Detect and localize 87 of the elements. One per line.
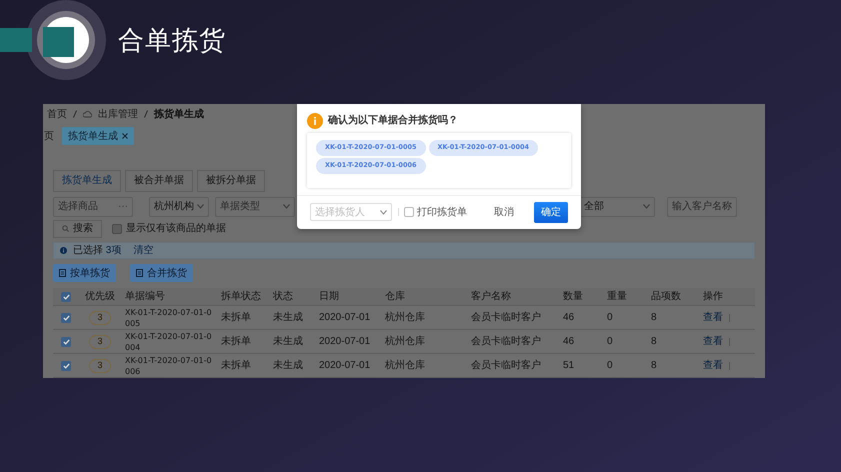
search-icon	[62, 225, 69, 232]
column-header: 单据编号	[124, 290, 166, 304]
checkbox[interactable]	[61, 292, 71, 302]
priority-badge: 3	[89, 358, 111, 372]
customer-field[interactable]: 输入客户名称	[667, 196, 737, 217]
table-cell-text: 会员卡临时客户	[470, 334, 542, 349]
doc-type-select[interactable]: 单据类型	[215, 196, 295, 217]
table-cell-text: 51	[562, 359, 576, 373]
action-button[interactable]: 合并拣货	[130, 264, 193, 282]
table-cell-text: 杭州仓库	[384, 334, 426, 349]
table-cell-text: 8	[650, 359, 658, 373]
table-cell-text: 未拆单	[220, 334, 252, 349]
document-icon	[59, 269, 66, 277]
table-cell-text: 未拆单	[220, 310, 252, 325]
table-cell-text: 会员卡临时客户	[470, 358, 542, 373]
checkbox-label: 打印拣货单	[417, 206, 467, 220]
table-cell-text: 8	[650, 335, 658, 349]
page-tab[interactable]: 拣货单生成	[62, 127, 134, 146]
column-header: 客户名称	[470, 290, 512, 304]
table-cell-text: 2020-07-01	[318, 359, 372, 373]
table-cell-text: 0	[606, 359, 614, 373]
table-cell-text: 会员卡临时客户	[470, 310, 542, 325]
column-header: 数量	[562, 290, 584, 304]
cloud-icon	[83, 110, 92, 118]
column-header: 优先级	[84, 290, 116, 304]
caret-icon	[283, 204, 290, 210]
priority-badge: 3	[89, 334, 111, 348]
slash-icon	[144, 110, 148, 118]
table-cell-text: 0	[606, 311, 614, 325]
dialog-title: 确认为以下单据合并拣货吗？	[328, 113, 458, 128]
column-header: 状态	[272, 290, 294, 304]
info-icon	[307, 112, 323, 128]
table-cell-text: 杭州仓库	[384, 358, 426, 373]
checkbox[interactable]	[61, 312, 71, 322]
table-cell-text: 未生成	[272, 310, 304, 325]
table-cell-text: 未生成	[272, 334, 304, 349]
column-header: 重量	[606, 290, 628, 304]
view-link[interactable]: 查看	[703, 310, 723, 325]
checkbox[interactable]	[61, 360, 71, 370]
checkbox[interactable]	[61, 336, 71, 346]
caret-icon	[643, 204, 650, 210]
table-cell-text: 未拆单	[220, 358, 252, 373]
view-link[interactable]: 查看	[703, 334, 723, 349]
cancel-button[interactable]: 取消	[488, 202, 520, 222]
column-header: 仓库	[384, 290, 406, 304]
view-tab[interactable]: 被合并单据	[125, 170, 193, 192]
caret-icon	[197, 204, 204, 210]
table-cell-text: 2020-07-01	[318, 335, 372, 349]
view-link[interactable]: 查看	[703, 358, 723, 373]
slash-icon	[73, 110, 77, 118]
document-icon	[136, 269, 143, 277]
product-field[interactable]: 选择商品 ···	[53, 196, 133, 217]
search-button[interactable]: 搜索	[53, 220, 102, 238]
picker-select[interactable]: 选择拣货人	[310, 203, 392, 221]
checkbox[interactable]	[404, 207, 414, 217]
breadcrumb-link[interactable]: 拣货单生成	[154, 106, 204, 122]
table-cell-text: 8	[650, 311, 658, 325]
checkbox[interactable]	[112, 224, 122, 234]
table-cell-text: XK-01-T-2020-07-01-0004	[124, 330, 213, 352]
breadcrumb-link[interactable]: 出库管理	[98, 106, 138, 122]
column-header: 日期	[318, 290, 340, 304]
table-cell-text: 未生成	[272, 358, 304, 373]
column-header: 品项数	[650, 290, 682, 304]
view-tab[interactable]: 拣货单生成	[53, 170, 121, 192]
table-cell-text: 2020-07-01	[318, 311, 372, 325]
table-cell-text: 杭州仓库	[384, 310, 426, 325]
table-cell-text: 46	[562, 335, 576, 349]
page-tab[interactable]: 页	[44, 127, 54, 146]
action-button[interactable]: 按单拣货	[53, 264, 116, 282]
more-button[interactable]: ···	[118, 199, 128, 214]
org-select[interactable]: 杭州机构	[149, 196, 209, 217]
breadcrumb-link[interactable]: 首页	[47, 106, 67, 122]
clear-link[interactable]: 清空	[133, 242, 154, 258]
caret-icon	[380, 210, 387, 214]
column-header: 拆单状态	[220, 290, 262, 304]
confirm-button[interactable]: 确定	[534, 202, 568, 222]
column-header: 操作	[702, 290, 724, 304]
checkbox-label: 显示仅有该商品的单据	[126, 222, 226, 236]
table-cell-text: XK-01-T-2020-07-01-0005	[124, 306, 213, 328]
view-tab[interactable]: 被拆分单据	[197, 170, 265, 192]
info-icon	[60, 246, 67, 254]
table-cell-text: 0	[606, 335, 614, 349]
table-cell-text: XK-01-T-2020-07-01-0006	[124, 354, 213, 376]
slide-title: 合单拣货	[118, 24, 226, 56]
table-cell-text: 46	[562, 311, 576, 325]
selection-count-text: 已选择 3项	[73, 244, 122, 258]
priority-badge: 3	[89, 310, 111, 324]
